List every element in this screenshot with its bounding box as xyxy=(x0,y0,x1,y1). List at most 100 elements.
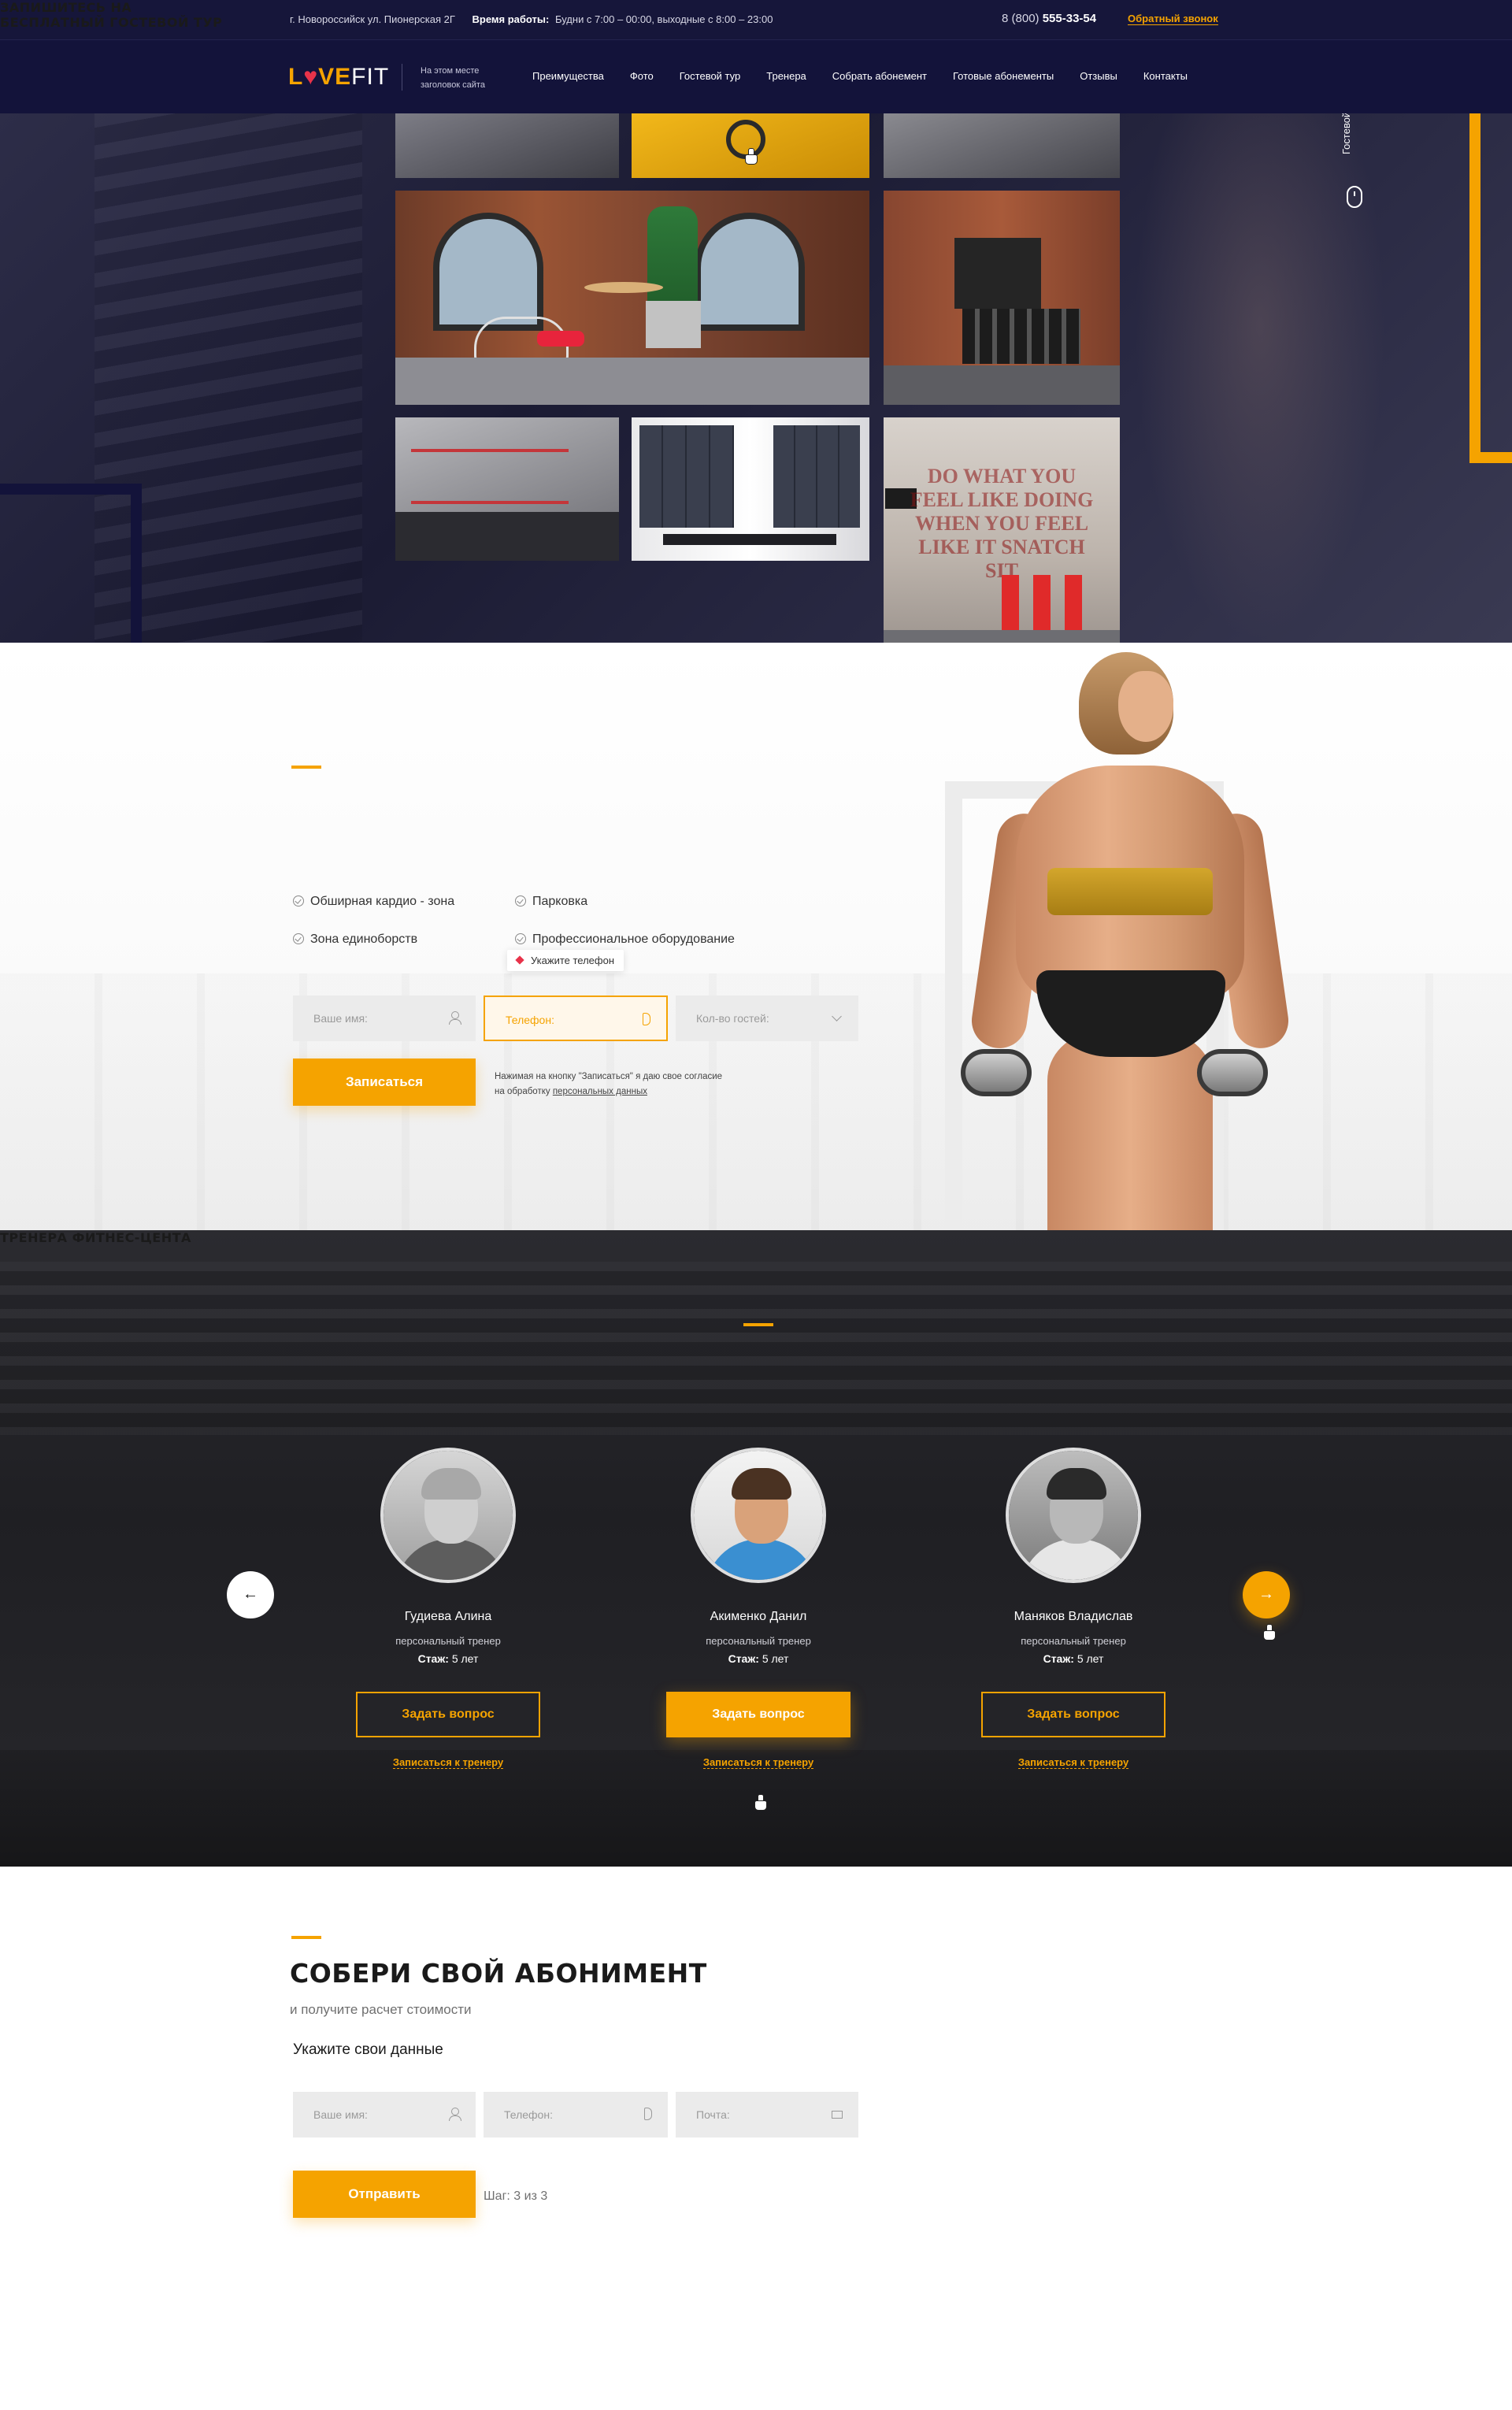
experience-label: Стаж: xyxy=(417,1652,449,1665)
trainer-experience: Стаж: 5 лет xyxy=(666,1652,850,1665)
lockers-right xyxy=(773,425,860,528)
logo-letters-ve: VE xyxy=(318,64,352,90)
feature-text: Зона единоборств xyxy=(310,932,418,946)
nav-item-ready-subscriptions[interactable]: Готовые абонементы xyxy=(953,70,1054,82)
logo-fit: FIT xyxy=(351,64,390,90)
trainer-signup-link[interactable]: Записаться к тренеру xyxy=(356,1756,540,1769)
builder-name-field[interactable]: Ваше имя: xyxy=(293,2092,476,2137)
gallery-photo-cafe[interactable] xyxy=(395,191,869,405)
carousel-next-button[interactable]: → xyxy=(1243,1571,1290,1618)
nav-item-advantages[interactable]: Преимущества xyxy=(532,70,604,82)
trainer-signup-link[interactable]: Записаться к тренеру xyxy=(981,1756,1166,1769)
phone-number[interactable]: 8 (800) 555-33-54 xyxy=(1002,12,1096,25)
mail-icon xyxy=(832,2111,843,2119)
consent-note: Нажимая на кнопку "Записаться" я даю сво… xyxy=(495,1070,778,1099)
nav-item-build-subscription[interactable]: Собрать абонемент xyxy=(832,70,927,82)
carousel-prev-button[interactable]: ← xyxy=(227,1571,274,1618)
tagline-line-1: На этом месте xyxy=(421,66,480,76)
trainer-avatar xyxy=(1006,1448,1141,1583)
experience-value: 5 лет xyxy=(451,1652,479,1665)
wall-lettering: DO WHAT YOU FEEL LIKE DOING WHEN YOU FEE… xyxy=(910,465,1094,582)
phone-validation-tooltip: Укажите телефон xyxy=(507,950,624,971)
main-navbar: L♥VEFIT На этом месте заголовок сайта Пр… xyxy=(0,39,1512,113)
experience-label: Стаж: xyxy=(728,1652,759,1665)
gallery-photo-lockers[interactable] xyxy=(632,417,869,561)
site-logo[interactable]: L♥VEFIT xyxy=(288,64,389,91)
guest-phone-field[interactable]: Телефон: xyxy=(484,996,668,1041)
subscription-builder-section xyxy=(0,1867,1512,2410)
nav-item-reviews[interactable]: Отзывы xyxy=(1080,70,1117,82)
guest-title-line-1: Запишитесь на xyxy=(0,0,132,15)
trainer-role: персональный тренер xyxy=(1021,1635,1126,1647)
nav-item-contacts[interactable]: Контакты xyxy=(1143,70,1188,82)
feature-text: Парковка xyxy=(532,895,588,908)
address-line: г. Новороссийск ул. Пионерская 2Г Время … xyxy=(290,13,773,25)
top-info-bar: г. Новороссийск ул. Пионерская 2Г Время … xyxy=(0,0,1512,39)
experience-value: 5 лет xyxy=(762,1652,789,1665)
gallery-photo-3[interactable] xyxy=(884,113,1120,178)
consent-line-1: Нажимая на кнопку "Записаться" я даю сво… xyxy=(495,1072,723,1081)
woman-face xyxy=(1118,671,1173,742)
builder-form-label: Укажите свои данные xyxy=(293,2041,443,2058)
phone-icon xyxy=(643,1013,650,1025)
guests-count-placeholder: Кол-во гостей: xyxy=(696,1012,769,1025)
guest-signup-button[interactable]: Записаться xyxy=(293,1059,476,1106)
builder-submit-button[interactable]: Отправить xyxy=(293,2171,476,2218)
step-indicator: Шаг: 3 из 3 xyxy=(484,2189,548,2203)
gallery-photo-ring[interactable] xyxy=(395,417,619,561)
address-text: г. Новороссийск ул. Пионерская 2Г xyxy=(290,13,455,25)
trainer-name: Акименко Данил xyxy=(710,1610,807,1623)
red-seat-cushion xyxy=(537,331,584,347)
callback-link[interactable]: Обратный звонок xyxy=(1128,13,1218,25)
builder-email-field[interactable]: Почта: xyxy=(676,2092,858,2137)
nav-item-photo[interactable]: Фото xyxy=(630,70,654,82)
trainer-experience: Стаж: 5 лет xyxy=(356,1652,540,1665)
guests-count-select[interactable]: Кол-во гостей: xyxy=(676,996,858,1041)
trainers-background-ceiling xyxy=(0,1262,1512,1435)
chalk-board xyxy=(954,238,1041,309)
locker-bench xyxy=(663,534,836,545)
gallery-photo-1[interactable] xyxy=(395,113,619,178)
gallery-photo-2[interactable] xyxy=(632,113,869,178)
trainer-avatar xyxy=(691,1448,826,1583)
hours-label: Время работы: xyxy=(472,13,550,25)
consent-text: на обработку xyxy=(495,1087,550,1096)
section-accent-line xyxy=(291,1936,321,1939)
builder-email-placeholder: Почта: xyxy=(696,2108,730,2121)
red-stool xyxy=(1002,575,1019,630)
gym-floor xyxy=(884,365,1120,405)
trainer-signup-link[interactable]: Записаться к тренеру xyxy=(666,1756,850,1769)
builder-title: Собери свой абонимент xyxy=(290,1958,707,1989)
gallery-photo-dumbbells[interactable] xyxy=(884,191,1120,405)
trainer-experience: Стаж: 5 лет xyxy=(981,1652,1166,1665)
phone-prefix: 8 (800) xyxy=(1002,12,1040,25)
builder-subtitle: и получите расчет стоимости xyxy=(290,2002,472,2017)
ask-question-button[interactable]: Задать вопрос xyxy=(666,1692,850,1737)
ask-question-button[interactable]: Задать вопрос xyxy=(981,1692,1166,1737)
privacy-link[interactable]: персональных данных xyxy=(553,1087,647,1096)
phone-icon xyxy=(644,2108,652,2120)
guest-tour-section xyxy=(0,643,1512,1230)
dumbbell-rack xyxy=(962,309,1080,364)
red-stool xyxy=(1033,575,1051,630)
decor-bracket-left xyxy=(0,484,142,507)
builder-phone-field[interactable]: Телефон: xyxy=(484,2092,668,2137)
woman-legs xyxy=(1047,1033,1213,1230)
fitness-woman-image xyxy=(961,640,1292,1230)
ask-question-button[interactable]: Задать вопрос xyxy=(356,1692,540,1737)
dumbbell-left xyxy=(961,1049,1032,1096)
trainers-title: Тренера фитнес-цента xyxy=(0,1230,191,1245)
guest-name-field[interactable]: Ваше имя: xyxy=(293,996,476,1041)
nav-item-guest-tour[interactable]: Гостевой тур xyxy=(680,70,741,82)
experience-value: 5 лет xyxy=(1077,1652,1104,1665)
tagline-line-2: заголовок сайта xyxy=(421,80,485,90)
arched-window-right xyxy=(695,213,805,331)
nav-item-trainers[interactable]: Тренера xyxy=(766,70,806,82)
cafe-table xyxy=(584,282,663,293)
guest-phone-placeholder: Телефон: xyxy=(506,1014,554,1026)
feature-text: Обширная кардио - зона xyxy=(310,895,455,908)
cafe-floor xyxy=(395,358,869,405)
red-stool xyxy=(1065,575,1082,630)
trainer-card: Маняков Владислав персональный тренер Ст… xyxy=(981,1448,1166,1778)
check-circle-icon xyxy=(515,933,526,944)
